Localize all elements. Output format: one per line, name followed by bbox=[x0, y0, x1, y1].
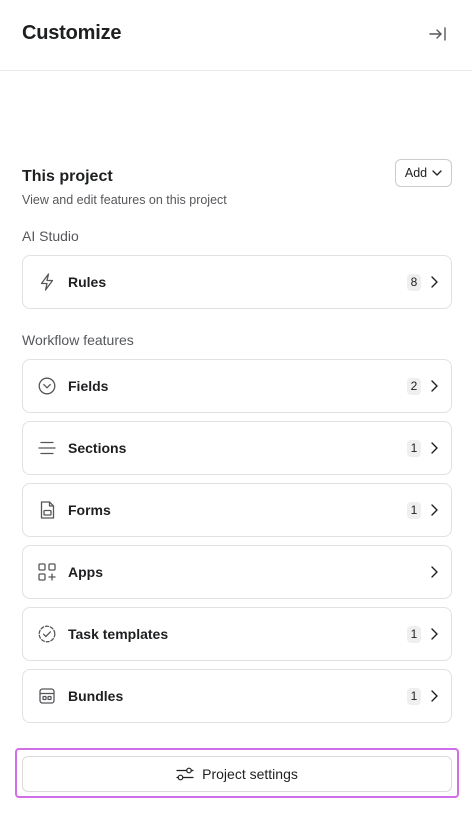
section-title: This project bbox=[22, 168, 113, 185]
project-settings-button[interactable]: Project settings bbox=[22, 756, 452, 792]
feature-row-label: Sections bbox=[68, 440, 127, 456]
feature-row-rules[interactable]: Rules 8 bbox=[22, 255, 452, 309]
chevron-down-icon bbox=[432, 170, 442, 176]
chevron-right-icon bbox=[429, 275, 439, 289]
project-settings-label: Project settings bbox=[202, 766, 298, 782]
feature-row-label: Task templates bbox=[68, 626, 169, 642]
count-badge: 8 bbox=[407, 273, 421, 291]
feature-row-label: Forms bbox=[68, 502, 111, 518]
panel-header: Customize bbox=[0, 0, 472, 71]
feature-row-label: Bundles bbox=[68, 688, 124, 704]
section-subtitle: View and edit features on this project bbox=[22, 193, 227, 207]
chevron-right-icon bbox=[429, 565, 439, 579]
feature-row-label: Fields bbox=[68, 378, 109, 394]
feature-row-sections[interactable]: Sections 1 bbox=[22, 421, 452, 475]
chevron-right-icon bbox=[429, 689, 439, 703]
count-badge: 1 bbox=[407, 439, 421, 457]
chevron-right-icon bbox=[429, 441, 439, 455]
feature-row-label: Apps bbox=[68, 564, 103, 580]
feature-row-fields[interactable]: Fields 2 bbox=[22, 359, 452, 413]
dashed-check-circle-icon bbox=[38, 625, 56, 643]
sliders-icon bbox=[176, 767, 194, 781]
chevron-right-icon bbox=[429, 379, 439, 393]
feature-row-forms[interactable]: Forms 1 bbox=[22, 483, 452, 537]
group-label-ai-studio: AI Studio bbox=[22, 228, 79, 244]
sections-icon bbox=[38, 439, 56, 457]
lightning-icon bbox=[38, 273, 56, 291]
group-label-workflow: Workflow features bbox=[22, 332, 134, 348]
apps-grid-icon bbox=[38, 563, 56, 581]
count-badge: 1 bbox=[407, 625, 421, 643]
feature-row-task-templates[interactable]: Task templates 1 bbox=[22, 607, 452, 661]
collapse-right-icon bbox=[429, 27, 446, 41]
chevron-right-icon bbox=[429, 503, 439, 517]
form-document-icon bbox=[38, 501, 56, 519]
panel-title: Customize bbox=[22, 22, 122, 44]
feature-row-label: Rules bbox=[68, 274, 107, 290]
count-badge: 1 bbox=[407, 501, 421, 519]
collapse-panel-button[interactable] bbox=[424, 21, 452, 47]
count-badge: 2 bbox=[407, 377, 421, 395]
chevron-right-icon bbox=[429, 627, 439, 641]
feature-row-apps[interactable]: Apps bbox=[22, 545, 452, 599]
add-button[interactable]: Add bbox=[395, 159, 452, 187]
feature-row-bundles[interactable]: Bundles 1 bbox=[22, 669, 452, 723]
chevron-circle-icon bbox=[38, 377, 56, 395]
add-button-label: Add bbox=[404, 166, 428, 180]
bundle-icon bbox=[38, 687, 56, 705]
count-badge: 1 bbox=[407, 687, 421, 705]
